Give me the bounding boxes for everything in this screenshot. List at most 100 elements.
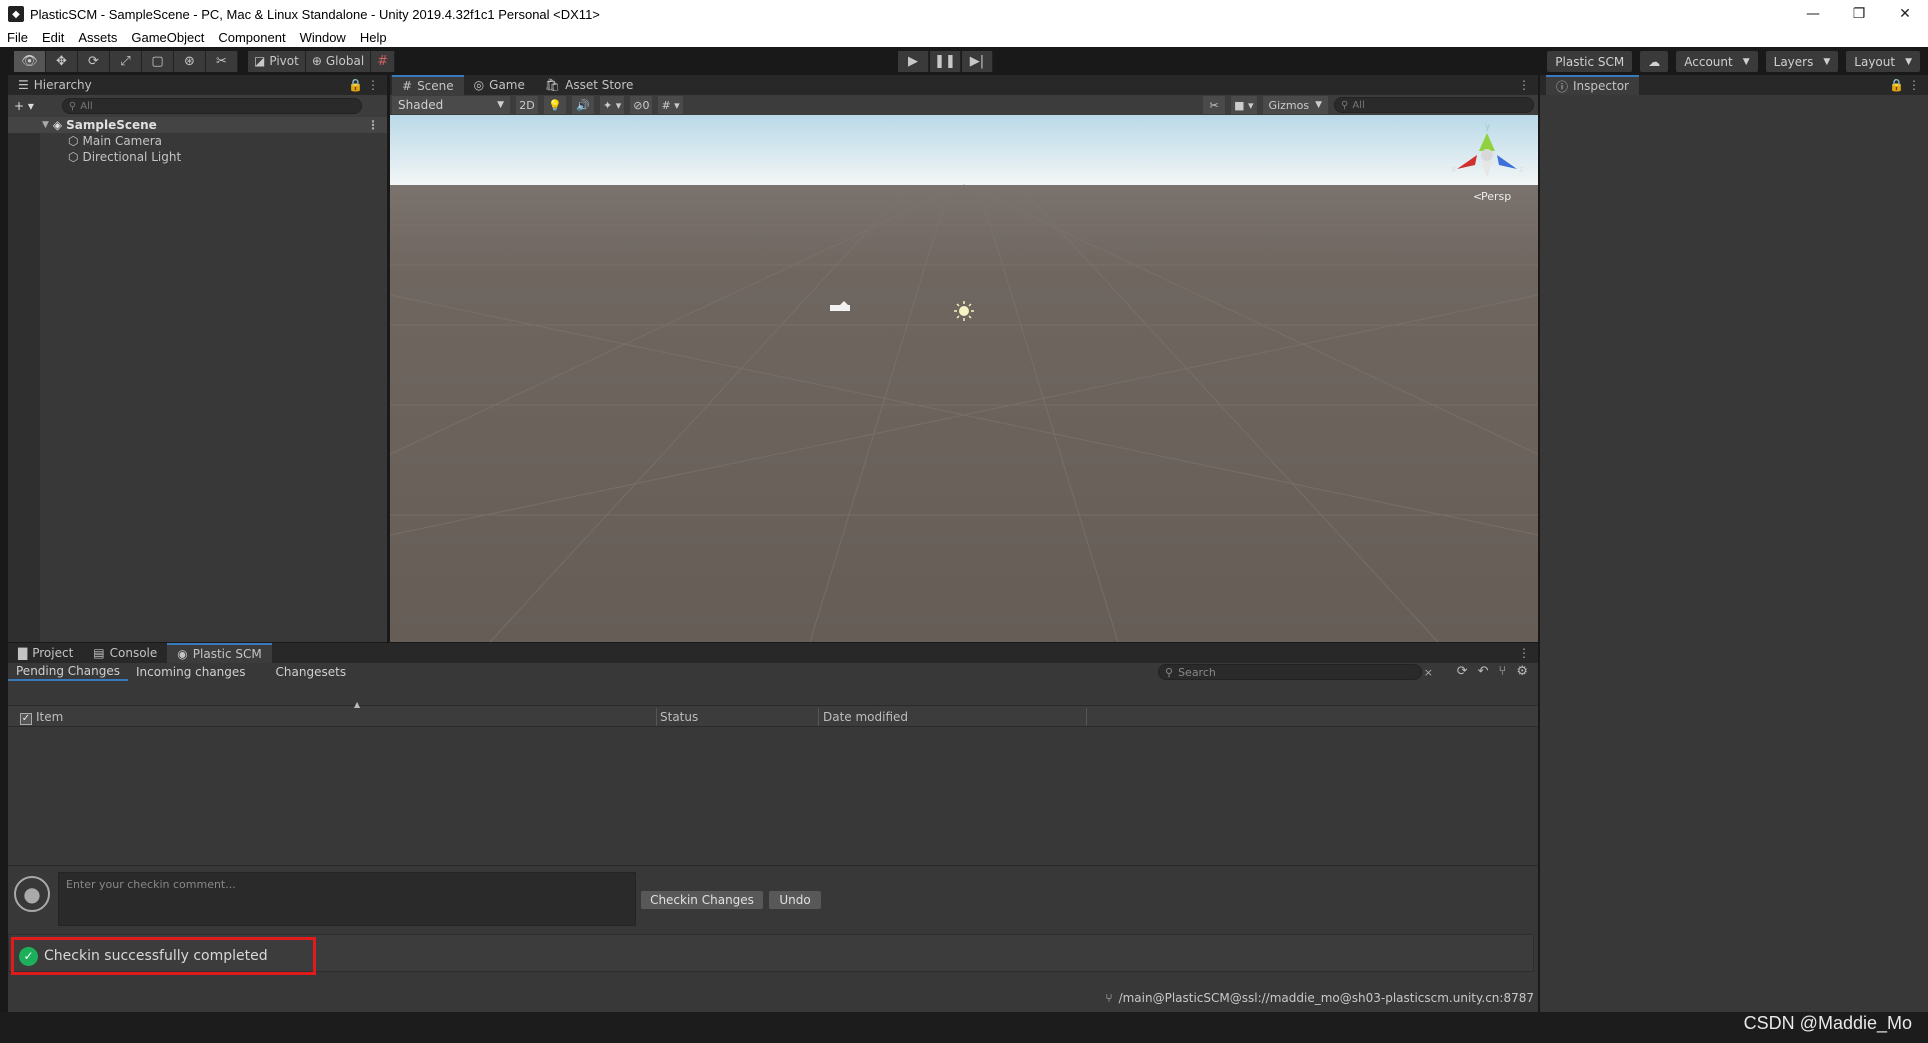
- menu-component[interactable]: Component: [211, 30, 292, 45]
- light-gizmo[interactable]: [954, 301, 974, 321]
- lock-icon[interactable]: 🔒 ⋮: [1889, 78, 1920, 92]
- axis-x-label: x: [1451, 165, 1457, 175]
- move-tool-icon[interactable]: ✥: [46, 50, 78, 72]
- view-tool-eye-icon[interactable]: 👁: [14, 50, 46, 72]
- list-item[interactable]: ⬡ Main Camera: [8, 133, 387, 149]
- undo-button[interactable]: Undo: [769, 891, 821, 909]
- effects-dropdown-icon[interactable]: ✦ ▾: [600, 96, 625, 114]
- tab-plastic-scm[interactable]: ◉ Plastic SCM: [167, 643, 272, 663]
- tools-icon[interactable]: ✂: [1203, 96, 1226, 114]
- chevron-down-icon: ▼: [1823, 56, 1831, 67]
- comment-placeholder: Enter your checkin comment...: [66, 878, 236, 891]
- scene-search-input[interactable]: ⚲ All: [1334, 97, 1534, 113]
- lock-icon[interactable]: 🔒 ⋮: [348, 78, 379, 92]
- column-separator[interactable]: [1086, 708, 1087, 726]
- panel-menu-icon[interactable]: ⋮: [1518, 646, 1530, 660]
- tab-hierarchy[interactable]: ☰ Hierarchy: [8, 75, 102, 95]
- tab-game[interactable]: ◎ Game: [464, 75, 535, 95]
- tab-scene[interactable]: # Scene: [392, 75, 464, 95]
- layout-dropdown[interactable]: Layout ▼: [1846, 51, 1920, 72]
- grid-snap-icon[interactable]: #: [371, 50, 396, 72]
- plastic-scm-icon: ◉: [177, 647, 188, 661]
- checkbox-check-icon[interactable]: ✓: [20, 712, 32, 725]
- shading-dropdown[interactable]: Shaded ▼: [392, 96, 510, 114]
- camera-dropdown-icon[interactable]: ■ ▾: [1231, 96, 1257, 114]
- custom-tool-icon[interactable]: ✂: [206, 50, 238, 72]
- transform-tool-icon[interactable]: ⊛: [174, 50, 206, 72]
- lighting-toggle-icon[interactable]: 💡: [544, 96, 566, 114]
- game-tab-label: Game: [489, 78, 525, 92]
- scale-tool-icon[interactable]: ⤢: [110, 50, 142, 72]
- tab-asset-store[interactable]: 🛍 Asset Store: [535, 75, 644, 95]
- gizmos-dropdown[interactable]: Gizmos ▼: [1262, 96, 1328, 114]
- add-icon[interactable]: + ▾: [14, 99, 34, 113]
- step-icon[interactable]: ▶|: [962, 51, 993, 72]
- pivot-button[interactable]: ◪ Pivot: [248, 50, 306, 72]
- column-item[interactable]: Item: [36, 710, 63, 724]
- hierarchy-search-input[interactable]: ⚲ All: [61, 98, 362, 114]
- cloud-button[interactable]: ☁: [1640, 51, 1669, 72]
- tab-project[interactable]: ▇ Project: [8, 643, 83, 663]
- unity-logo-icon: ◆: [8, 6, 24, 22]
- scene-viewport-canvas[interactable]: y x z < Persp: [390, 115, 1538, 642]
- scene-toolbar: Shaded ▼ 2D 💡 🔊 ✦ ▾ ⊘ 0 # ▾ ✂ ■ ▾ Gizmos ▼ …: [390, 95, 1538, 115]
- hidden-objects-button[interactable]: ⊘ 0: [630, 96, 653, 114]
- center-cube[interactable]: [1481, 149, 1493, 161]
- rect-tool-icon[interactable]: ▢: [142, 50, 174, 72]
- column-separator[interactable]: [656, 708, 657, 726]
- transform-tools: 👁 ✥ ⟳ ⤢ ▢ ⊛ ✂: [14, 50, 238, 72]
- clear-icon[interactable]: ×: [1424, 666, 1433, 679]
- audio-toggle-icon[interactable]: 🔊: [572, 96, 594, 114]
- mode-2d-button[interactable]: 2D: [516, 96, 538, 114]
- branch-icon: ⑂: [1105, 991, 1113, 1005]
- gear-icon[interactable]: ⚙: [1516, 664, 1528, 679]
- list-icon: ☰: [18, 78, 29, 92]
- restore-button[interactable]: ❐: [1836, 0, 1882, 28]
- column-date-modified[interactable]: Date modified: [823, 710, 908, 724]
- account-dropdown[interactable]: Account ▼: [1676, 51, 1758, 72]
- scene-menu-icon[interactable]: ⋮: [367, 118, 379, 132]
- hierarchy-tree: ▼ ◈ SampleScene ⋮ ⬡ Main Camera ⬡ Direct…: [8, 117, 387, 642]
- select-all-checkbox[interactable]: ✓: [20, 710, 32, 725]
- plastic-search-input[interactable]: ⚲ Search ×: [1158, 664, 1433, 680]
- persp-label[interactable]: Persp: [1481, 190, 1511, 203]
- minimize-button[interactable]: —: [1790, 0, 1836, 28]
- expand-arrow-icon[interactable]: ▼: [42, 120, 49, 130]
- hierarchy-tabbar: ☰ Hierarchy 🔒 ⋮: [8, 75, 387, 95]
- column-separator[interactable]: [818, 708, 819, 726]
- menu-gameobject[interactable]: GameObject: [124, 30, 211, 45]
- sun-icon[interactable]: [959, 306, 969, 316]
- menu-file[interactable]: File: [0, 30, 35, 45]
- folder-icon: ▇: [18, 646, 28, 660]
- refresh-icon[interactable]: ⟳: [1457, 664, 1468, 679]
- play-icon[interactable]: ▶: [898, 51, 929, 72]
- close-button[interactable]: ✕: [1882, 0, 1928, 28]
- menu-help[interactable]: Help: [353, 30, 394, 45]
- window-titlebar: ◆ PlasticSCM - SampleScene - PC, Mac & L…: [0, 0, 1928, 28]
- menu-assets[interactable]: Assets: [71, 30, 124, 45]
- tab-incoming-changes[interactable]: Incoming changes: [128, 663, 254, 681]
- pause-icon[interactable]: ❚❚: [930, 51, 961, 72]
- global-button[interactable]: ⊕ Global: [305, 50, 372, 72]
- list-item[interactable]: ⬡ Directional Light: [8, 149, 387, 165]
- column-status[interactable]: Status: [660, 710, 698, 724]
- panel-menu-icon[interactable]: ⋮: [1518, 78, 1530, 92]
- tab-console[interactable]: ▤ Console: [83, 643, 167, 663]
- checkin-comment-input[interactable]: Enter your checkin comment...: [58, 872, 636, 926]
- window-controls: — ❐ ✕: [1790, 0, 1928, 28]
- tab-changesets[interactable]: Changesets: [268, 663, 355, 681]
- checkin-changes-button[interactable]: Checkin Changes: [641, 891, 763, 909]
- scene-viewport[interactable]: y x z < Persp: [390, 115, 1538, 642]
- tab-inspector[interactable]: ⓘ Inspector: [1546, 75, 1639, 95]
- branch-icon[interactable]: ⑂: [1499, 664, 1507, 679]
- grid-dropdown-icon[interactable]: # ▾: [658, 96, 683, 114]
- menu-window[interactable]: Window: [293, 30, 353, 45]
- menu-edit[interactable]: Edit: [35, 30, 71, 45]
- plastic-scm-button[interactable]: Plastic SCM: [1547, 51, 1633, 72]
- tab-pending-changes[interactable]: Pending Changes: [8, 663, 128, 681]
- branch-info: ⑂ /main@PlasticSCM@ssl://maddie_mo@sh03-…: [1105, 991, 1534, 1005]
- undo-icon[interactable]: ↶: [1478, 664, 1489, 679]
- layers-dropdown[interactable]: Layers ▼: [1765, 51, 1839, 72]
- rotate-tool-icon[interactable]: ⟳: [78, 50, 110, 72]
- scene-row[interactable]: ▼ ◈ SampleScene ⋮: [8, 117, 387, 133]
